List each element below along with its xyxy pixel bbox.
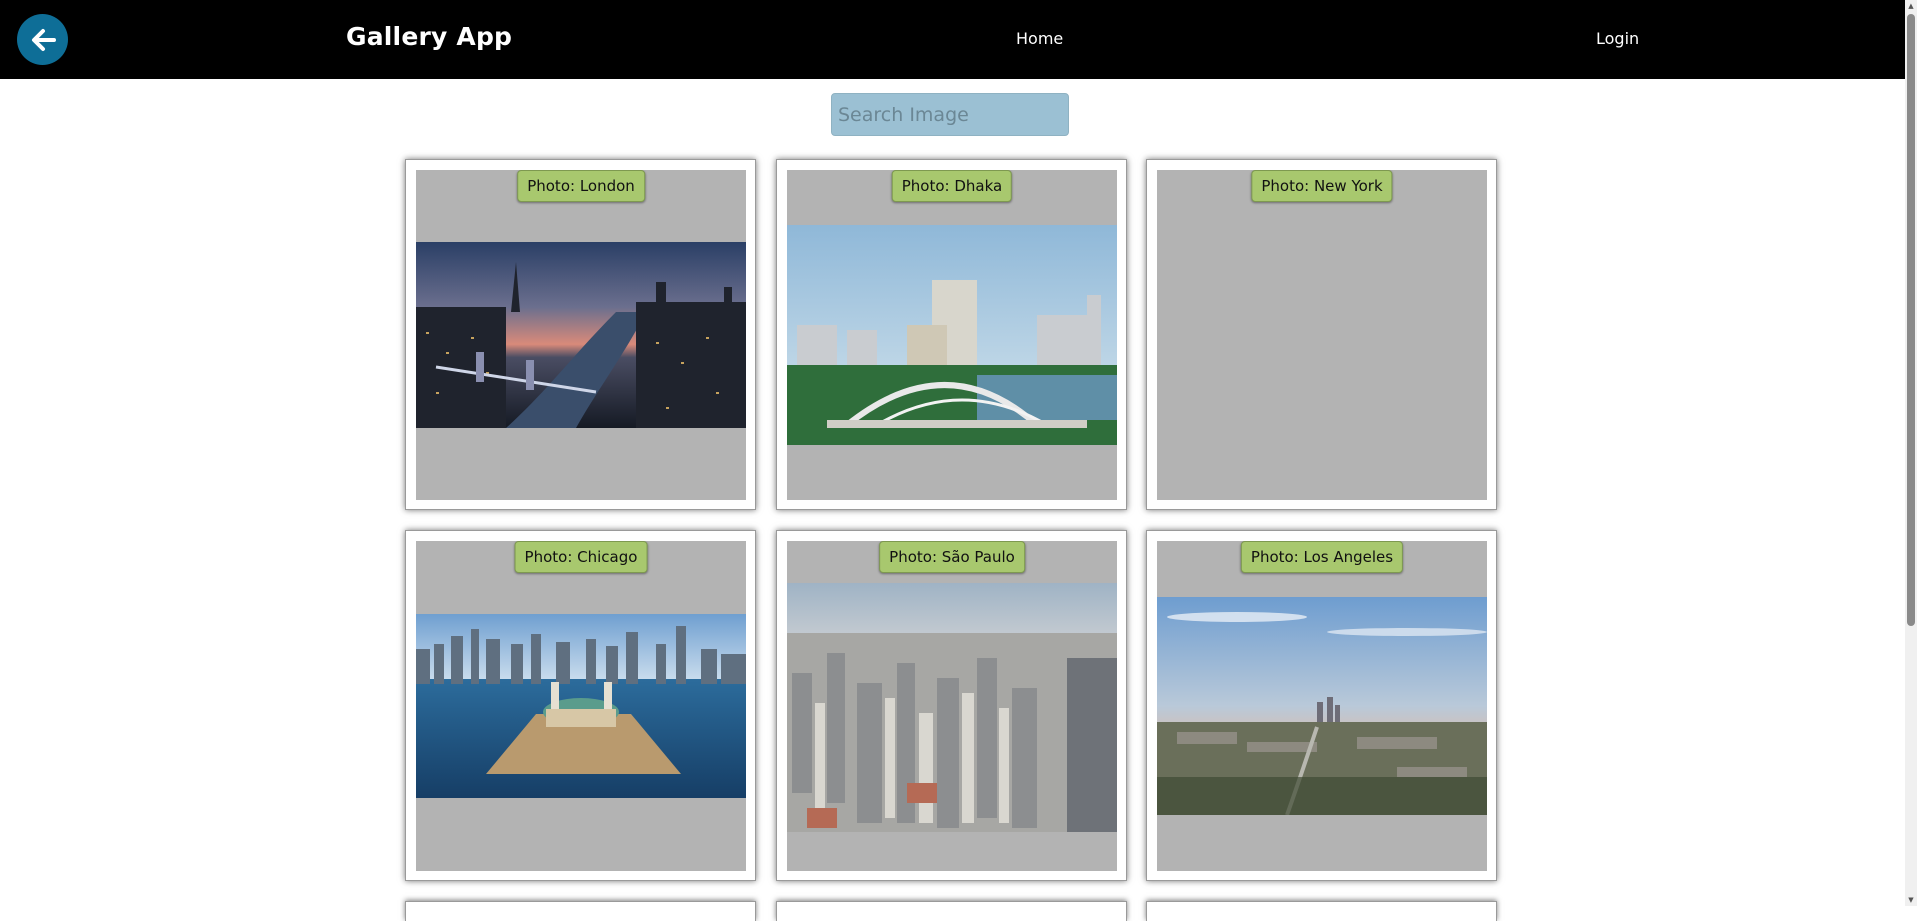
gallery-card[interactable] xyxy=(776,901,1127,921)
gallery-card[interactable]: Photo: Los Angeles xyxy=(1146,530,1497,881)
gallery-card[interactable]: Photo: New York xyxy=(1146,159,1497,510)
london-photo xyxy=(416,242,746,428)
search-input[interactable] xyxy=(831,93,1069,136)
card-image-area: Photo: Dhaka xyxy=(787,170,1117,500)
photo-caption: Photo: Dhaka xyxy=(891,170,1013,202)
photo-caption: Photo: São Paulo xyxy=(879,541,1025,573)
scrollbar-thumb[interactable] xyxy=(1907,14,1915,626)
gallery-card[interactable]: Photo: Dhaka xyxy=(776,159,1127,510)
gallery-card[interactable]: Photo: Chicago xyxy=(405,530,756,881)
los-angeles-photo xyxy=(1157,597,1487,815)
nav-login-link[interactable]: Login xyxy=(1596,29,1639,48)
arrow-left-icon xyxy=(31,28,56,51)
gallery-card[interactable]: Photo: London xyxy=(405,159,756,510)
sao-paulo-photo xyxy=(787,583,1117,832)
nav-home-link[interactable]: Home xyxy=(1016,29,1063,48)
card-image-area: Photo: Chicago xyxy=(416,541,746,871)
scrollbar[interactable]: ▲ ▼ xyxy=(1905,0,1917,906)
photo-caption: Photo: London xyxy=(517,170,645,202)
gallery-card[interactable] xyxy=(405,901,756,921)
gallery-card[interactable] xyxy=(1146,901,1497,921)
chicago-photo xyxy=(416,614,746,798)
dhaka-photo xyxy=(787,225,1117,445)
scroll-down-arrow-icon[interactable]: ▼ xyxy=(1905,894,1917,906)
app-brand[interactable]: Gallery App xyxy=(346,22,512,51)
navbar: Gallery App Home Login xyxy=(0,0,1905,79)
photo-caption: Photo: New York xyxy=(1251,170,1393,202)
card-image-area: Photo: London xyxy=(416,170,746,500)
photo-caption: Photo: Chicago xyxy=(514,541,648,573)
back-button[interactable] xyxy=(17,14,68,65)
card-image-area: Photo: Los Angeles xyxy=(1157,541,1487,871)
scroll-up-arrow-icon[interactable]: ▲ xyxy=(1905,0,1917,12)
card-image-area: Photo: São Paulo xyxy=(787,541,1117,871)
card-image-area: Photo: New York xyxy=(1157,170,1487,500)
gallery-card[interactable]: Photo: São Paulo xyxy=(776,530,1127,881)
photo-caption: Photo: Los Angeles xyxy=(1240,541,1404,573)
